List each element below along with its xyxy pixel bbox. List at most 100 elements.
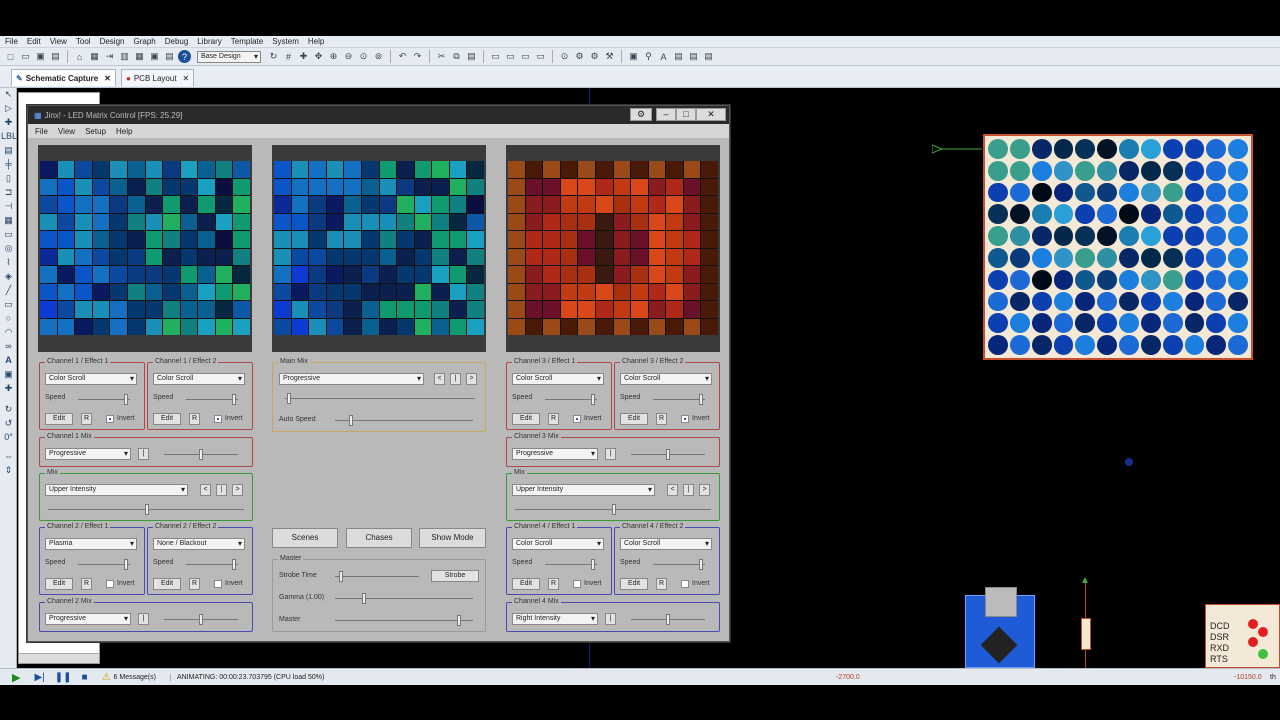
- edit-button[interactable]: Edit: [45, 413, 73, 425]
- reset-button[interactable]: R: [656, 413, 667, 425]
- crossfade-slider[interactable]: [515, 504, 711, 515]
- menu-item-template[interactable]: Template: [231, 37, 263, 46]
- block-copy-icon[interactable]: ▭: [489, 50, 502, 63]
- slider-knob[interactable]: [287, 393, 291, 404]
- scenes-button[interactable]: Scenes: [272, 528, 338, 548]
- wire-icon[interactable]: ⇥: [103, 50, 116, 63]
- prev-button[interactable]: <: [200, 484, 211, 496]
- speed-slider[interactable]: [545, 394, 597, 405]
- tape-icon[interactable]: ▭: [1, 229, 16, 242]
- step-icon[interactable]: ▶|: [34, 672, 44, 683]
- property-tool-icon[interactable]: A: [657, 50, 670, 63]
- subcircuit-icon[interactable]: ▯: [1, 173, 16, 186]
- invert-checkbox[interactable]: [573, 580, 581, 588]
- rotate-ccw-icon[interactable]: ↺: [1, 418, 16, 431]
- tab-schematic-capture[interactable]: ✎ Schematic Capture ✕: [11, 69, 116, 86]
- speed-slider[interactable]: [186, 559, 238, 570]
- effect-select[interactable]: Color Scroll: [620, 538, 712, 550]
- edit-button[interactable]: Edit: [620, 578, 648, 590]
- settings-icon[interactable]: ⚙: [630, 108, 652, 121]
- help-icon[interactable]: ?: [178, 50, 191, 63]
- mix-mode-select[interactable]: Upper Intensity: [512, 484, 655, 496]
- mix-mode-select[interactable]: Upper Intensity: [45, 484, 188, 496]
- next-button[interactable]: >: [232, 484, 243, 496]
- reset-button[interactable]: R: [81, 413, 92, 425]
- text-script-icon[interactable]: ▤: [1, 145, 16, 158]
- edit-button[interactable]: Edit: [153, 413, 181, 425]
- speed-slider[interactable]: [186, 394, 238, 405]
- next-button[interactable]: >: [699, 484, 710, 496]
- tab-pcb-layout[interactable]: ● PCB Layout ✕: [121, 69, 195, 86]
- bus-icon[interactable]: ╪: [1, 159, 16, 172]
- slider-knob[interactable]: [339, 571, 343, 582]
- serial-port-component[interactable]: DCD DSR RXD RTS: [1205, 604, 1280, 668]
- mix-step-button[interactable]: |: [138, 448, 149, 460]
- slider-knob[interactable]: [199, 614, 203, 625]
- search-icon[interactable]: ⚲: [642, 50, 655, 63]
- next-button[interactable]: >: [466, 373, 477, 385]
- origin-icon[interactable]: ✚: [297, 50, 310, 63]
- jinx-menu-setup[interactable]: Setup: [85, 127, 106, 136]
- mirror-y-icon[interactable]: ⇕: [1, 465, 16, 478]
- angle-field[interactable]: 0°: [1, 432, 16, 445]
- print-icon[interactable]: ▤: [49, 50, 62, 63]
- bom-icon[interactable]: ▤: [163, 50, 176, 63]
- menu-item-library[interactable]: Library: [197, 37, 221, 46]
- zoom-in-icon[interactable]: ⊕: [327, 50, 340, 63]
- show-mode-button[interactable]: Show Mode: [419, 528, 486, 548]
- netlist-icon[interactable]: ▤: [672, 50, 685, 63]
- invert-checkbox[interactable]: [214, 415, 222, 423]
- speed-slider[interactable]: [653, 394, 705, 405]
- pause-button[interactable]: |: [216, 484, 227, 496]
- led-matrix-component[interactable]: [983, 134, 1253, 360]
- line-icon[interactable]: ╱: [1, 285, 16, 298]
- jinx-menu-help[interactable]: Help: [116, 127, 132, 136]
- package-icon[interactable]: ⚙: [588, 50, 601, 63]
- invert-checkbox[interactable]: [681, 415, 689, 423]
- mix-step-button[interactable]: |: [605, 613, 616, 625]
- effect-select[interactable]: Color Scroll: [512, 373, 604, 385]
- zoom-area-icon[interactable]: ⊚: [372, 50, 385, 63]
- invert-checkbox[interactable]: [573, 415, 581, 423]
- make-device-icon[interactable]: ⚙: [573, 50, 586, 63]
- block-rotate-icon[interactable]: ▭: [519, 50, 532, 63]
- prev-button[interactable]: <: [434, 373, 445, 385]
- pause-button[interactable]: |: [450, 373, 461, 385]
- menu-item-tool[interactable]: Tool: [76, 37, 91, 46]
- component-icon[interactable]: ▦: [88, 50, 101, 63]
- jinx-menu-file[interactable]: File: [35, 127, 48, 136]
- undo-icon[interactable]: ↶: [396, 50, 409, 63]
- pcb-icon[interactable]: ▥: [118, 50, 131, 63]
- jinx-menu-view[interactable]: View: [58, 127, 75, 136]
- crossfade-slider[interactable]: [285, 393, 475, 404]
- home-icon[interactable]: ⌂: [73, 50, 86, 63]
- rotate-cw-icon[interactable]: ↻: [1, 404, 16, 417]
- text-icon[interactable]: A: [1, 355, 16, 368]
- slider-knob[interactable]: [124, 394, 128, 405]
- mix-mode-select[interactable]: Right Intensity: [512, 613, 598, 625]
- design-dropdown[interactable]: Base Design: [197, 50, 261, 63]
- menu-item-help[interactable]: Help: [308, 37, 324, 46]
- menu-item-design[interactable]: Design: [100, 37, 125, 46]
- effect-select[interactable]: Color Scroll: [45, 373, 137, 385]
- speed-slider[interactable]: [78, 394, 130, 405]
- effect-select[interactable]: Color Scroll: [153, 373, 245, 385]
- bill-of-materials-icon[interactable]: ▤: [687, 50, 700, 63]
- mix-slider[interactable]: [164, 614, 238, 625]
- edit-button[interactable]: Edit: [620, 413, 648, 425]
- overview-scrollbar[interactable]: [19, 653, 99, 663]
- speed-slider[interactable]: [78, 559, 130, 570]
- box-icon[interactable]: ▭: [1, 299, 16, 312]
- reset-button[interactable]: R: [189, 413, 200, 425]
- slider-knob[interactable]: [232, 559, 236, 570]
- resistor-component[interactable]: ▲: [1079, 575, 1093, 668]
- arc-icon[interactable]: ◠: [1, 327, 16, 340]
- junction-icon[interactable]: ✚: [1, 117, 16, 130]
- window-titlebar[interactable]: ▦ Jinx! - LED Matrix Control [FPS: 25.29…: [28, 106, 729, 124]
- slider-knob[interactable]: [362, 593, 366, 604]
- terminal-icon[interactable]: ⊐: [1, 187, 16, 200]
- wire-autorouter-icon[interactable]: ▣: [627, 50, 640, 63]
- stop-icon[interactable]: ■: [82, 672, 88, 683]
- effect-select[interactable]: Plasma: [45, 538, 137, 550]
- master-slider[interactable]: [335, 615, 473, 626]
